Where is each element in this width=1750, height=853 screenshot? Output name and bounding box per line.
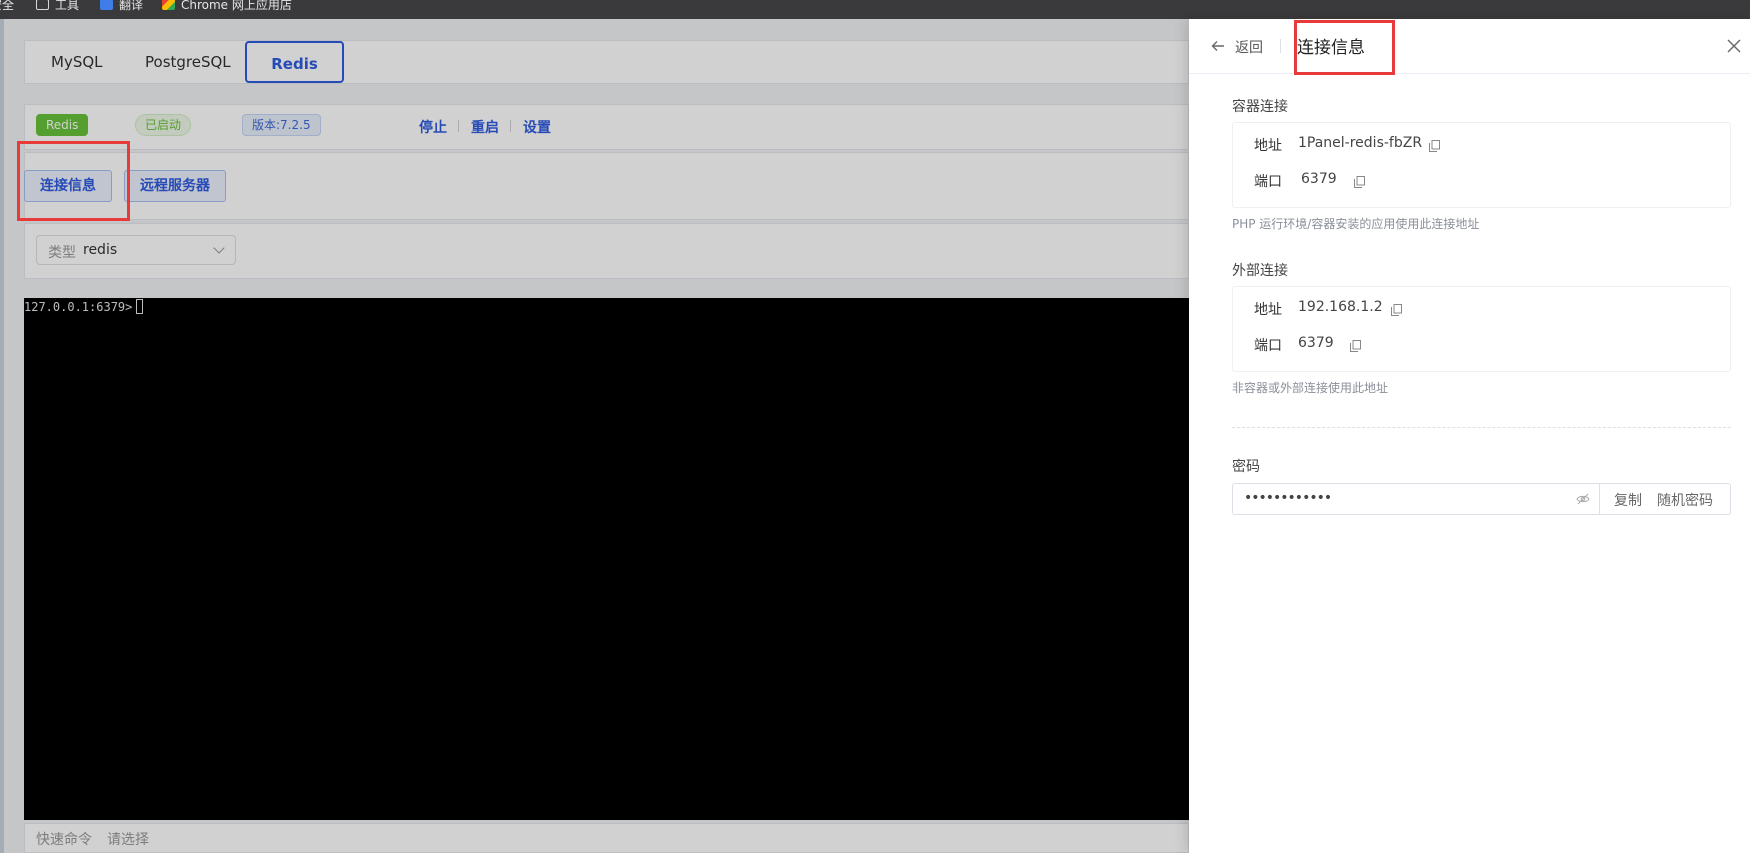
eye-off-icon[interactable] [1576,493,1590,505]
copy-icon[interactable] [1429,140,1440,152]
bookmark-safety[interactable]: 安全 [0,0,14,13]
port-label: 端口 [1254,174,1282,190]
bookmark-label: 安全 [0,0,15,12]
address-label: 地址 [1254,138,1282,154]
translate-icon [100,0,113,10]
password-input[interactable]: •••••••••••• [1244,490,1332,506]
external-connection-hint: 非容器或外部连接使用此地址 [1232,381,1389,395]
bookmark-label: 工具 [55,0,80,12]
bookmark-bar: 安全 工具 翻译 Chrome 网上应用店 [0,0,1750,19]
drawer-title: 连接信息 [1297,38,1365,58]
external-port-value: 6379 [1298,335,1334,351]
password-title: 密码 [1232,459,1260,475]
copy-icon[interactable] [1354,176,1365,188]
folder-icon [36,0,49,10]
copy-icon[interactable] [1350,340,1361,352]
port-label: 端口 [1254,338,1282,354]
external-address-value: 192.168.1.2 [1298,299,1383,315]
container-port-value: 6379 [1301,171,1337,187]
connection-info-drawer: 返回 连接信息 容器连接 地址 1Panel-redis-fbZR 端口 637… [1189,19,1750,853]
divider [1280,39,1281,53]
bookmark-tools[interactable]: 工具 [36,0,79,13]
chrome-store-icon [162,0,175,10]
copy-icon[interactable] [1391,304,1402,316]
address-label: 地址 [1254,302,1282,318]
external-connection-title: 外部连接 [1232,263,1288,279]
divider [1599,484,1600,514]
arrow-left-icon[interactable] [1210,38,1226,54]
modal-overlay[interactable] [0,19,1189,853]
copy-password-button[interactable]: 复制 [1614,490,1642,510]
section-divider [1232,427,1731,428]
password-input-group: •••••••••••• 复制 随机密码 [1232,483,1731,515]
random-password-button[interactable]: 随机密码 [1657,490,1713,510]
container-address-value: 1Panel-redis-fbZR [1298,135,1423,151]
drawer-header: 返回 连接信息 [1189,19,1750,74]
bookmark-label: Chrome 网上应用店 [181,0,292,12]
close-icon[interactable] [1726,38,1742,54]
container-connection-title: 容器连接 [1232,99,1288,115]
external-connection-box: 地址 192.168.1.2 端口 6379 [1232,286,1731,372]
container-connection-hint: PHP 运行环境/容器安装的应用使用此连接地址 [1232,217,1480,231]
container-connection-box: 地址 1Panel-redis-fbZR 端口 6379 [1232,122,1731,208]
bookmark-translate[interactable]: 翻译 [100,0,143,13]
bookmark-chrome-store[interactable]: Chrome 网上应用店 [162,0,292,13]
bookmark-label: 翻译 [119,0,144,12]
back-button[interactable]: 返回 [1235,37,1263,57]
